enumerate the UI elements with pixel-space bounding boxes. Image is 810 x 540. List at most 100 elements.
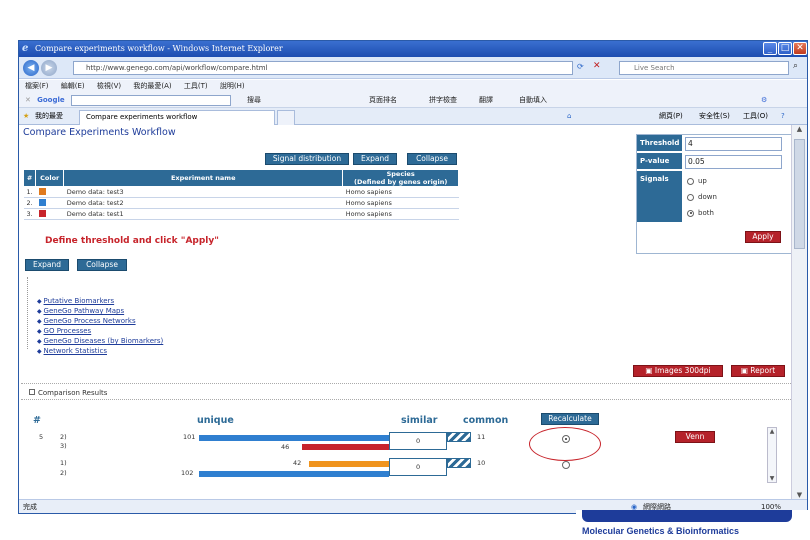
toolbar-tools[interactable]: 工具(O) [743, 108, 768, 125]
stop-icon[interactable]: ✕ [593, 61, 601, 71]
refresh-icon[interactable]: ⟳ [577, 62, 584, 71]
scroll-down-icon[interactable]: ▼ [792, 491, 807, 499]
group1-common-bar [447, 432, 471, 442]
color-cell [35, 197, 64, 209]
toolbar-safety[interactable]: 安全性(S) [699, 108, 730, 125]
group2-common: 10 [477, 459, 486, 467]
url-input[interactable]: http://www.genego.com/api/workflow/compa… [73, 61, 573, 75]
group1-common: 11 [477, 433, 486, 441]
recalculate-button[interactable]: Recalculate [541, 413, 599, 425]
report-icon: ▣ [740, 366, 748, 375]
home-icon[interactable]: ⌂ [567, 108, 571, 125]
threshold-input[interactable]: 4 [685, 137, 782, 151]
link-network-statistics[interactable]: Network Statistics [44, 347, 107, 355]
search-placeholder: Live Search [634, 64, 675, 72]
tab-active-label: Compare experiments workflow [86, 113, 198, 121]
row-number: 5 [39, 433, 44, 441]
scroll-up-icon[interactable]: ▲ [792, 125, 807, 133]
collapse-button[interactable]: Collapse [77, 259, 127, 271]
favorites-star-icon[interactable]: ★ [23, 108, 29, 125]
new-tab-button[interactable] [277, 110, 295, 125]
collapse-toggle-icon[interactable] [29, 389, 35, 395]
search-icon[interactable]: ⌕ [793, 61, 798, 71]
tab-active[interactable]: Compare experiments workflow [79, 110, 275, 125]
page-title: Compare Experiments Workflow [23, 127, 176, 138]
experiment-name: Demo data: test3 [63, 186, 343, 198]
menu-item-view[interactable]: 檢視(V) [97, 82, 121, 90]
close-toolbar-icon[interactable]: ✕ [25, 96, 31, 104]
results-scrollbar[interactable]: ▲ ▼ [767, 427, 777, 483]
close-button[interactable]: ✕ [793, 42, 807, 55]
signal-both-radio[interactable]: both [687, 209, 714, 217]
scroll-thumb[interactable] [794, 139, 805, 249]
google-search-input[interactable] [71, 95, 231, 106]
expand-button[interactable]: Expand [25, 259, 69, 271]
maximize-button[interactable]: □ [778, 42, 792, 55]
collapse-top-button[interactable]: Collapse [407, 153, 457, 165]
row-num: 3. [23, 208, 36, 220]
table-row[interactable]: 2. Demo data: test2 Homo sapiens [23, 197, 459, 209]
images-label: Images 300dpi [654, 366, 711, 375]
scroll-down-icon[interactable]: ▼ [768, 475, 776, 482]
row-num: 1. [23, 186, 36, 198]
page-scrollbar[interactable]: ▲ ▼ [791, 125, 807, 499]
color-cell [35, 186, 64, 198]
radio-dot-icon [565, 438, 567, 440]
signal-distribution-button[interactable]: Signal distribution [265, 153, 349, 165]
signal-up-radio[interactable]: up [687, 177, 707, 185]
experiment-name: Demo data: test2 [63, 197, 343, 209]
google-item-spell[interactable]: 拼字檢查 [429, 93, 457, 108]
divider [21, 399, 791, 400]
venn-radio-1[interactable] [562, 435, 570, 443]
col-hash: # [22, 169, 37, 187]
settings-icon[interactable]: ⚙ [761, 93, 767, 108]
report-button[interactable]: ▣ Report [731, 365, 785, 377]
back-icon[interactable]: ◀ [23, 60, 39, 76]
apply-button[interactable]: Apply [745, 231, 781, 243]
group1-similar-box: 0 [389, 432, 447, 450]
col-hash-label: # [33, 415, 41, 426]
expand-top-button[interactable]: Expand [353, 153, 397, 165]
google-item-autofill[interactable]: 自動填入 [519, 93, 547, 108]
google-toolbar: ✕ Google 搜尋 頁面排名 拼字檢查 翻譯 自動填入 ⚙ [19, 93, 807, 108]
search-input[interactable]: Live Search [619, 61, 789, 75]
google-item-pagerank[interactable]: 頁面排名 [369, 93, 397, 108]
browser-window: e Compare experiments workflow - Windows… [18, 40, 808, 514]
favorites-label[interactable]: 我的最愛 [35, 108, 63, 125]
highlight-circle [529, 427, 601, 461]
venn-radio-2[interactable] [562, 461, 570, 469]
images-300dpi-button[interactable]: ▣ Images 300dpi [633, 365, 723, 377]
color-cell [35, 208, 64, 220]
menu-item-favorites[interactable]: 我的最愛(A) [133, 82, 171, 90]
google-logo: Google [37, 96, 65, 104]
url-text: http://www.genego.com/api/workflow/compa… [86, 64, 268, 72]
group2-id-b: 2) [60, 469, 67, 477]
group2-unique-a: 42 [293, 459, 302, 467]
pvalue-input[interactable]: 0.05 [685, 155, 782, 169]
tree-line [27, 277, 29, 349]
google-item-search[interactable]: 搜尋 [247, 93, 261, 108]
signals-label: Signals [637, 171, 682, 223]
group2-bar-a [309, 461, 389, 467]
venn-button[interactable]: Venn [675, 431, 715, 443]
comparison-header[interactable]: Comparison Results [29, 389, 107, 397]
status-text: 完成 [23, 503, 37, 511]
google-item-translate[interactable]: 翻譯 [479, 93, 493, 108]
title-bar: e Compare experiments workflow - Windows… [19, 41, 807, 57]
table-row[interactable]: 1. Demo data: test3 Homo sapiens [23, 186, 459, 198]
menu-item-file[interactable]: 檔案(F) [25, 82, 49, 90]
table-row[interactable]: 3. Demo data: test1 Homo sapiens [23, 208, 459, 220]
menu-item-help[interactable]: 說明(H) [220, 82, 245, 90]
signal-down-radio[interactable]: down [687, 193, 717, 201]
menu-item-tools[interactable]: 工具(T) [184, 82, 208, 90]
group2-unique-b: 102 [181, 469, 194, 477]
menu-item-edit[interactable]: 編輯(E) [61, 82, 85, 90]
col-common-label: common [463, 415, 509, 426]
scroll-up-icon[interactable]: ▲ [768, 428, 776, 435]
toolbar-page[interactable]: 網頁(P) [659, 108, 683, 125]
help-icon[interactable]: ? [781, 108, 785, 125]
minimize-button[interactable]: _ [763, 42, 777, 55]
forward-icon[interactable]: ▶ [41, 60, 57, 76]
group1-id-b: 3) [60, 442, 67, 450]
comparison-title: Comparison Results [38, 389, 108, 397]
